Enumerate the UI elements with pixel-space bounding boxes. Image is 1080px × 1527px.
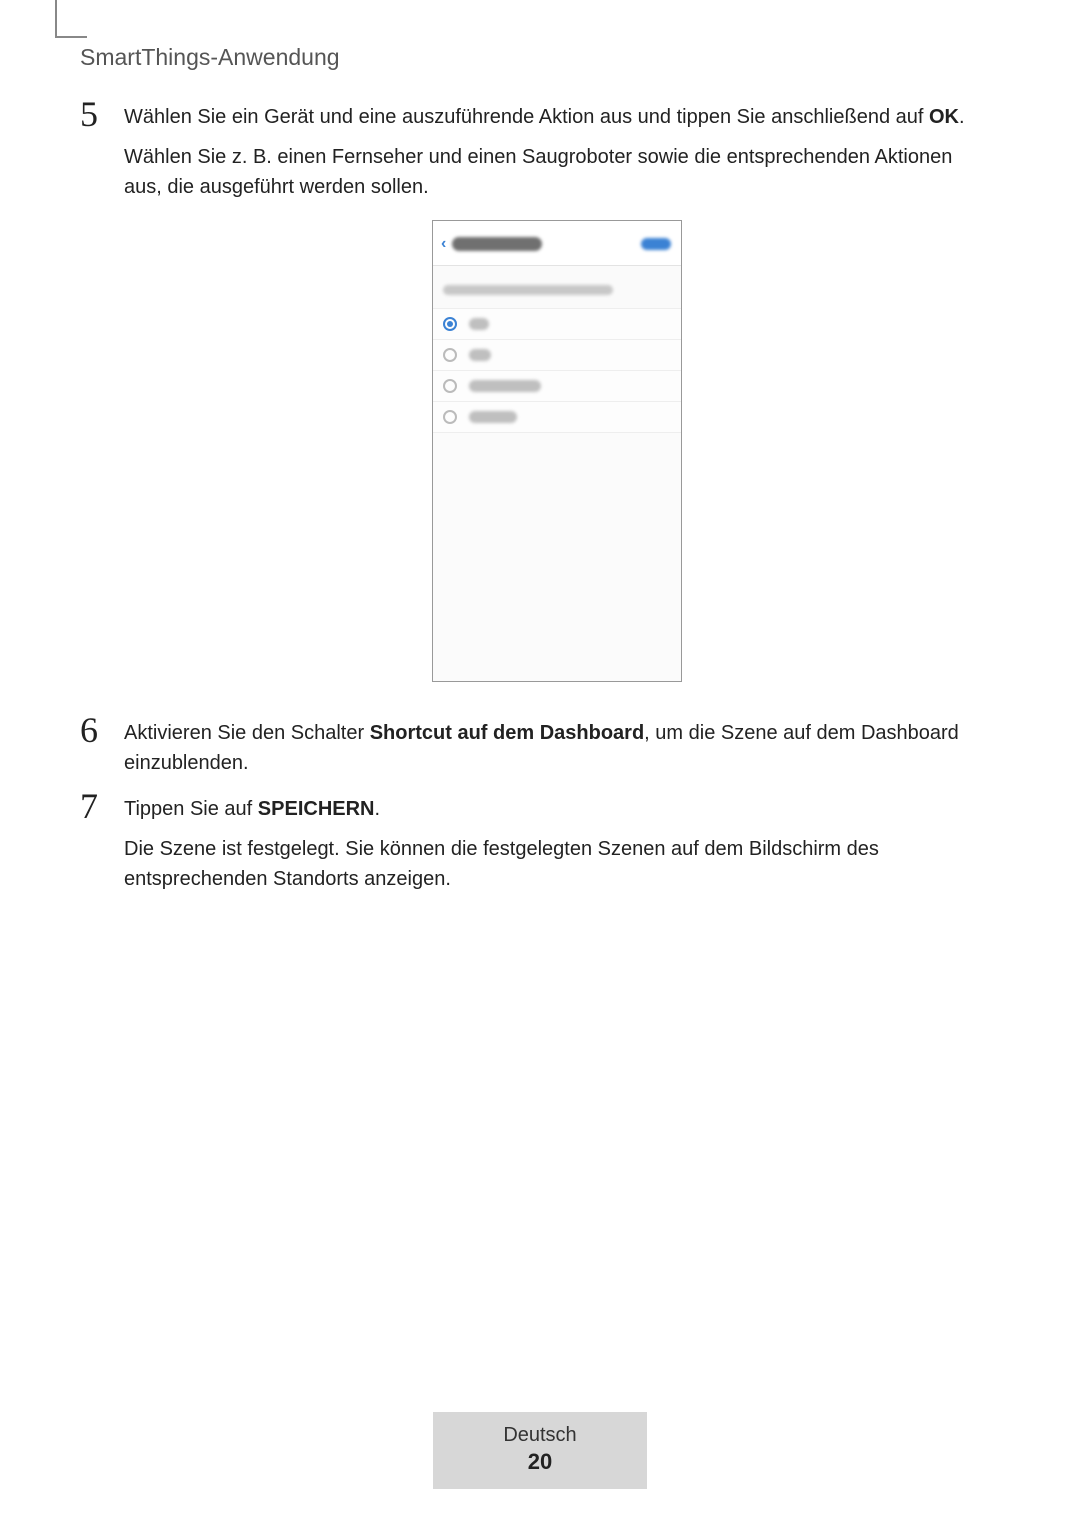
footer-page-number: 20: [503, 1448, 576, 1477]
step5-line1: Wählen Sie ein Gerät und eine auszuführe…: [124, 102, 990, 132]
section-title: SmartThings-Anwendung: [80, 44, 340, 71]
radio-unselected-icon[interactable]: [443, 410, 457, 424]
page-footer: Deutsch 20: [0, 1412, 1080, 1489]
footer-language: Deutsch: [503, 1422, 576, 1448]
radio-unselected-icon[interactable]: [443, 348, 457, 362]
option-label-blurred: [469, 349, 491, 361]
option-label-blurred: [469, 318, 489, 330]
step-number: 7: [80, 788, 124, 824]
step5-line2: Wählen Sie z. B. einen Fernseher und ein…: [124, 142, 990, 202]
corner-mark: [55, 0, 87, 38]
option-label-blurred: [469, 380, 541, 392]
option-row-4[interactable]: [433, 402, 681, 433]
bold-ok: OK: [929, 106, 959, 128]
device-action-dialog: ‹: [432, 220, 682, 682]
step-number: 5: [80, 96, 124, 132]
radio-unselected-icon[interactable]: [443, 379, 457, 393]
bold-speichern: SPEICHERN: [258, 798, 375, 820]
step-5: 5 Wählen Sie ein Gerät und eine auszufüh…: [80, 102, 990, 712]
step-body: Wählen Sie ein Gerät und eine auszuführe…: [124, 102, 990, 712]
screenshot-figure: ‹: [124, 220, 990, 682]
radio-selected-icon[interactable]: [443, 317, 457, 331]
step-number: 6: [80, 712, 124, 748]
dialog-empty-area: [433, 433, 681, 681]
footer-box: Deutsch 20: [433, 1412, 646, 1489]
step6-line1: Aktivieren Sie den Schalter Shortcut auf…: [124, 718, 990, 778]
option-row-1[interactable]: [433, 308, 681, 340]
text: .: [959, 106, 965, 128]
back-icon[interactable]: ‹: [441, 229, 446, 259]
step-6: 6 Aktivieren Sie den Schalter Shortcut a…: [80, 718, 990, 788]
step7-line1: Tippen Sie auf SPEICHERN.: [124, 794, 990, 824]
bold-shortcut: Shortcut auf dem Dashboard: [370, 722, 644, 744]
text: Aktivieren Sie den Schalter: [124, 722, 370, 744]
text: Wählen Sie ein Gerät und eine auszuführe…: [124, 106, 929, 128]
content-area: 5 Wählen Sie ein Gerät und eine auszufüh…: [80, 102, 990, 910]
dialog-title-blurred: [452, 237, 542, 251]
text: Tippen Sie auf: [124, 798, 258, 820]
text: .: [375, 798, 381, 820]
page: SmartThings-Anwendung 5 Wählen Sie ein G…: [0, 0, 1080, 1527]
dialog-hint: [433, 266, 681, 308]
step-7: 7 Tippen Sie auf SPEICHERN. Die Szene is…: [80, 794, 990, 904]
dialog-action-blurred[interactable]: [641, 238, 671, 250]
option-row-3[interactable]: [433, 371, 681, 402]
step-body: Aktivieren Sie den Schalter Shortcut auf…: [124, 718, 990, 788]
dialog-hint-blurred: [443, 285, 613, 295]
step-body: Tippen Sie auf SPEICHERN. Die Szene ist …: [124, 794, 990, 904]
dialog-header: ‹: [433, 221, 681, 266]
option-label-blurred: [469, 411, 517, 423]
option-row-2[interactable]: [433, 340, 681, 371]
step7-line2: Die Szene ist festgelegt. Sie können die…: [124, 834, 990, 894]
dialog-header-left: ‹: [441, 229, 542, 259]
